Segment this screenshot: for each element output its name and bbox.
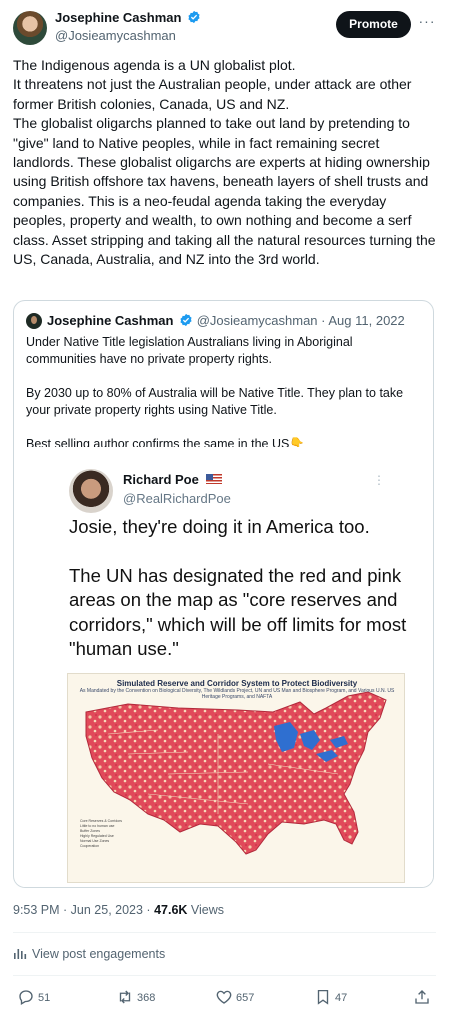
embedded-author-avatar bbox=[69, 469, 113, 513]
heart-icon bbox=[216, 990, 232, 1004]
us-map-graphic bbox=[85, 691, 387, 855]
us-flag-icon bbox=[206, 474, 223, 484]
share-icon bbox=[415, 990, 429, 1004]
embedded-author-name-row: Richard Poe bbox=[123, 472, 223, 487]
author-handle[interactable]: @Josieamycashman bbox=[55, 28, 176, 43]
more-options-icon[interactable]: ··· bbox=[417, 11, 437, 31]
author-avatar[interactable] bbox=[13, 11, 47, 45]
embedded-author-handle: @RealRichardPoe bbox=[123, 491, 231, 506]
embedded-tweet-text: Josie, they're doing it in America too. … bbox=[69, 515, 414, 686]
map-title: Simulated Reserve and Corridor System to… bbox=[116, 679, 358, 688]
divider bbox=[13, 932, 436, 933]
post-header: Josephine Cashman @Josieamycashman Promo… bbox=[0, 0, 449, 52]
author-name-row[interactable]: Josephine Cashman bbox=[55, 10, 201, 25]
quoted-post[interactable]: Josephine Cashman @Josieamycashman · Aug… bbox=[13, 300, 434, 888]
quoted-author-avatar bbox=[26, 313, 42, 329]
verified-badge-icon bbox=[188, 10, 200, 24]
post-paragraph: It threatens not just the Australian peo… bbox=[13, 76, 412, 112]
view-engagements-label[interactable]: View post engagements bbox=[32, 947, 165, 961]
post-timestamp[interactable]: 9:53 PM · Jun 25, 2023 · 47.6K Views bbox=[13, 903, 224, 917]
repost-count: 368 bbox=[137, 992, 156, 1004]
bookmark-count: 47 bbox=[335, 992, 348, 1004]
post-time[interactable]: 9:53 PM · Jun 25, 2023 · bbox=[13, 903, 154, 917]
action-bar: 51 368 657 47 bbox=[0, 986, 449, 1010]
author-name[interactable]: Josephine Cashman bbox=[55, 10, 181, 25]
legend-item: Cooperation bbox=[80, 844, 100, 848]
map-subtitle: As Mandated by the Convention on Biologi… bbox=[79, 688, 395, 700]
quoted-author-name: Josephine Cashman bbox=[47, 313, 174, 328]
post-paragraph: The Indigenous agenda is a UN globalist … bbox=[13, 57, 296, 73]
post-paragraph: The globalist oligarchs planned to take … bbox=[13, 115, 436, 268]
like-count: 657 bbox=[236, 992, 255, 1004]
embedded-paragraph: The UN has designated the red and pink a… bbox=[69, 564, 407, 660]
quoted-paragraph: Under Native Title legislation Australia… bbox=[26, 335, 353, 366]
quoted-author-handle: @Josieamycashman bbox=[196, 313, 318, 328]
views-count: 47.6K bbox=[154, 903, 188, 917]
quoted-post-text: Under Native Title legislation Australia… bbox=[26, 334, 426, 453]
quoted-post-header: Josephine Cashman @Josieamycashman · Aug… bbox=[47, 313, 405, 328]
analytics-bars-icon bbox=[14, 949, 27, 959]
views-label: Views bbox=[187, 903, 225, 917]
reply-icon bbox=[19, 990, 33, 1005]
promote-button[interactable]: Promote bbox=[336, 11, 411, 38]
embedded-more-icon: ⋮ bbox=[373, 473, 385, 487]
repost-icon bbox=[119, 990, 131, 1004]
verified-badge-icon bbox=[180, 313, 192, 327]
bookmark-icon bbox=[317, 989, 329, 1005]
us-biodiversity-map: Simulated Reserve and Corridor System to… bbox=[67, 673, 405, 883]
quoted-post-date: · Aug 11, 2022 bbox=[317, 313, 405, 328]
embedded-paragraph: Josie, they're doing it in America too. bbox=[69, 516, 370, 537]
post-text: The Indigenous agenda is a UN globalist … bbox=[13, 56, 438, 269]
divider bbox=[13, 975, 436, 976]
reply-count: 51 bbox=[38, 992, 51, 1004]
map-legend: Core Reserves & Corridors Little to no h… bbox=[80, 819, 162, 849]
view-engagements-link[interactable]: View post engagements bbox=[13, 947, 165, 961]
quoted-paragraph: By 2030 up to 80% of Australia will be N… bbox=[26, 386, 404, 417]
embedded-author-name: Richard Poe bbox=[123, 472, 199, 487]
quoted-media-image[interactable]: Richard Poe @RealRichardPoe ⋮ Josie, the… bbox=[15, 447, 433, 887]
